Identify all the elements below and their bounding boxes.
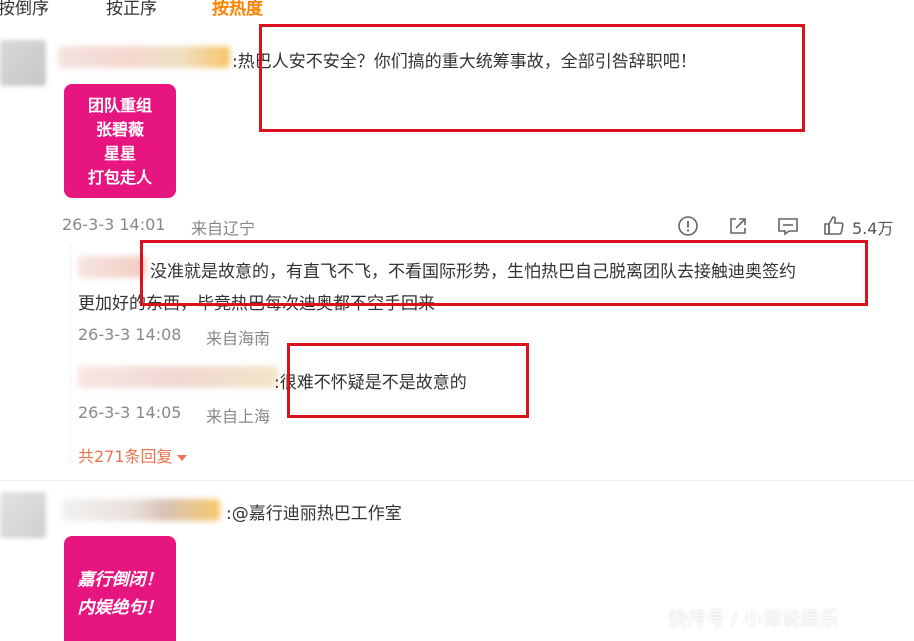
reply-timestamp: 26-3-3 14:05 <box>78 403 182 422</box>
sticker-text: 嘉行倒闭！ <box>77 570 163 590</box>
more-replies-link[interactable]: 共271条回复 <box>78 443 187 467</box>
sort-tab-hot[interactable]: 按热度 <box>212 0 263 19</box>
comment-timestamp: 26-3-3 14:01 <box>62 215 166 234</box>
sticker-image: 嘉行倒闭！ 内娱绝句！ <box>64 536 176 641</box>
report-icon[interactable] <box>676 214 700 238</box>
comment-text: :@嘉行迪丽热巴工作室 <box>226 504 402 524</box>
comment-actions: 5.4万 <box>676 214 908 238</box>
reply-username-blurred[interactable] <box>78 366 278 388</box>
thumbs-up-icon[interactable] <box>822 214 846 238</box>
sticker-text: 打包走人 <box>87 168 152 187</box>
sticker-text: 星星 <box>103 144 136 163</box>
reply-timestamp: 26-3-3 14:08 <box>78 325 182 344</box>
like-count: 5.4万 <box>852 219 894 238</box>
reply-text-continued: 更加好的东西，毕竟热巴每次迪奥都不空手回来 <box>78 294 435 314</box>
sticker-text: 团队重组 <box>87 96 152 115</box>
divider <box>0 480 914 481</box>
reply-username-blurred[interactable] <box>78 256 146 278</box>
avatar[interactable] <box>0 40 46 86</box>
more-replies-label: 共271条回复 <box>78 447 173 466</box>
comment-location: 来自辽宁 <box>191 219 256 238</box>
sort-tab-forward[interactable]: 按正序 <box>106 0 157 19</box>
sort-tabs: 按倒序 按正序 按热度 <box>0 0 914 20</box>
reply-location: 来自海南 <box>206 329 271 348</box>
share-icon[interactable] <box>726 214 750 238</box>
reply-location: 来自上海 <box>206 407 271 426</box>
comment-icon[interactable] <box>776 214 800 238</box>
watermark-text: 快传号 / 小郑说娱乐 <box>668 608 839 630</box>
comment-text: :热巴人安不安全？你们搞的重大统筹事故，全部引咎辞职吧！ <box>232 52 697 72</box>
chevron-down-icon <box>176 454 187 461</box>
sticker-text: 张碧薇 <box>95 120 144 139</box>
sticker-text: 内娱绝句！ <box>77 598 163 618</box>
reply-text: :很难不怀疑是不是故意的 <box>274 373 467 393</box>
highlight-box <box>259 24 805 132</box>
avatar[interactable] <box>0 492 46 538</box>
username-blurred[interactable] <box>58 46 230 68</box>
sort-tab-reverse[interactable]: 按倒序 <box>0 0 49 19</box>
reply-text: 没准就是故意的，有直飞不飞，不看国际形势，生怕热巴自己脱离团队去接触迪奥签约 <box>150 262 796 282</box>
sticker-image: 团队重组 张碧薇 星星 打包走人 <box>64 84 176 198</box>
username-blurred[interactable] <box>62 499 220 521</box>
